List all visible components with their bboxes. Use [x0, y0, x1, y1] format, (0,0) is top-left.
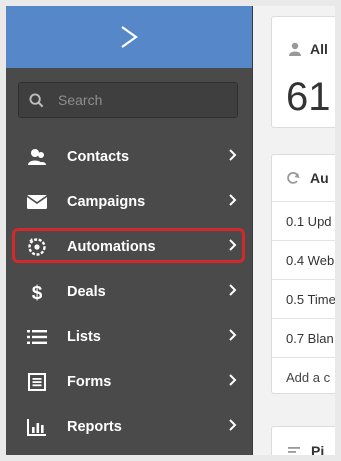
- sidebar-item-label: Forms: [67, 373, 112, 390]
- chevron-right-icon: [229, 419, 237, 431]
- chevron-right-icon: [229, 194, 237, 206]
- chevron-right-icon: [229, 284, 237, 296]
- dollar-icon: $: [26, 282, 48, 302]
- sidebar-item-forms[interactable]: Forms: [6, 359, 252, 404]
- envelope-icon: [26, 192, 48, 212]
- contacts-icon: [26, 147, 48, 167]
- card-title: Pi: [311, 443, 325, 455]
- list-item[interactable]: 0.5 Time: [272, 280, 335, 319]
- search-icon: [29, 92, 44, 107]
- app-window: Contacts Campaigns: [6, 6, 335, 455]
- list-item[interactable]: 0.4 Web: [272, 241, 335, 280]
- add-link[interactable]: Add a c: [272, 358, 335, 393]
- chevron-right-icon: [229, 149, 237, 161]
- chevron-right-icon: [229, 329, 237, 341]
- refresh-icon: [287, 172, 300, 184]
- chevron-right-icon: [229, 374, 237, 386]
- main-content: All 61 Au 0.1 Upd 0.4 Web 0.5 Time 0.7 B…: [253, 6, 335, 455]
- chevron-right-icon: [229, 239, 237, 251]
- sidebar-nav: Contacts Campaigns Automations $ Deals L…: [6, 134, 252, 449]
- card-header: Au: [272, 155, 335, 202]
- form-icon: [26, 372, 48, 392]
- user-icon: [289, 42, 301, 56]
- sidebar-item-label: Campaigns: [67, 193, 146, 210]
- sidebar-item-reports[interactable]: Reports: [6, 404, 252, 449]
- list-icon: [26, 327, 48, 347]
- brand-header[interactable]: [6, 6, 252, 68]
- automation-gear-icon: [26, 237, 48, 257]
- sidebar-item-automations[interactable]: Automations: [6, 224, 252, 269]
- sidebar-item-contacts[interactable]: Contacts: [6, 134, 252, 179]
- list-item[interactable]: 0.1 Upd: [272, 202, 335, 241]
- card-header: All: [288, 41, 328, 57]
- sidebar-item-label: Contacts: [67, 148, 130, 165]
- svg-text:$: $: [32, 283, 43, 302]
- sidebar-item-label: Reports: [67, 418, 122, 435]
- search-input[interactable]: [56, 91, 230, 109]
- search-box[interactable]: [18, 82, 238, 118]
- pipeline-card: Pi: [271, 426, 335, 455]
- contacts-count-card[interactable]: All 61: [271, 16, 335, 128]
- card-value: 61: [286, 75, 331, 119]
- sidebar: Contacts Campaigns: [6, 6, 253, 455]
- lines-icon: [288, 447, 300, 453]
- sidebar-item-deals[interactable]: $ Deals: [6, 269, 252, 314]
- card-title: All: [310, 41, 328, 57]
- sidebar-item-label: Deals: [67, 283, 106, 300]
- sidebar-item-lists[interactable]: Lists: [6, 314, 252, 359]
- sidebar-item-label: Lists: [67, 328, 101, 345]
- automations-card: Au 0.1 Upd 0.4 Web 0.5 Time 0.7 Blan Add…: [271, 154, 335, 394]
- sidebar-item-label: Automations: [67, 238, 156, 255]
- list-item[interactable]: 0.7 Blan: [272, 319, 335, 358]
- sidebar-item-campaigns[interactable]: Campaigns: [6, 179, 252, 224]
- logo-chevron-icon: [121, 26, 138, 48]
- card-header: Pi: [288, 443, 324, 455]
- card-title: Au: [310, 170, 329, 186]
- bar-chart-icon: [26, 417, 48, 437]
